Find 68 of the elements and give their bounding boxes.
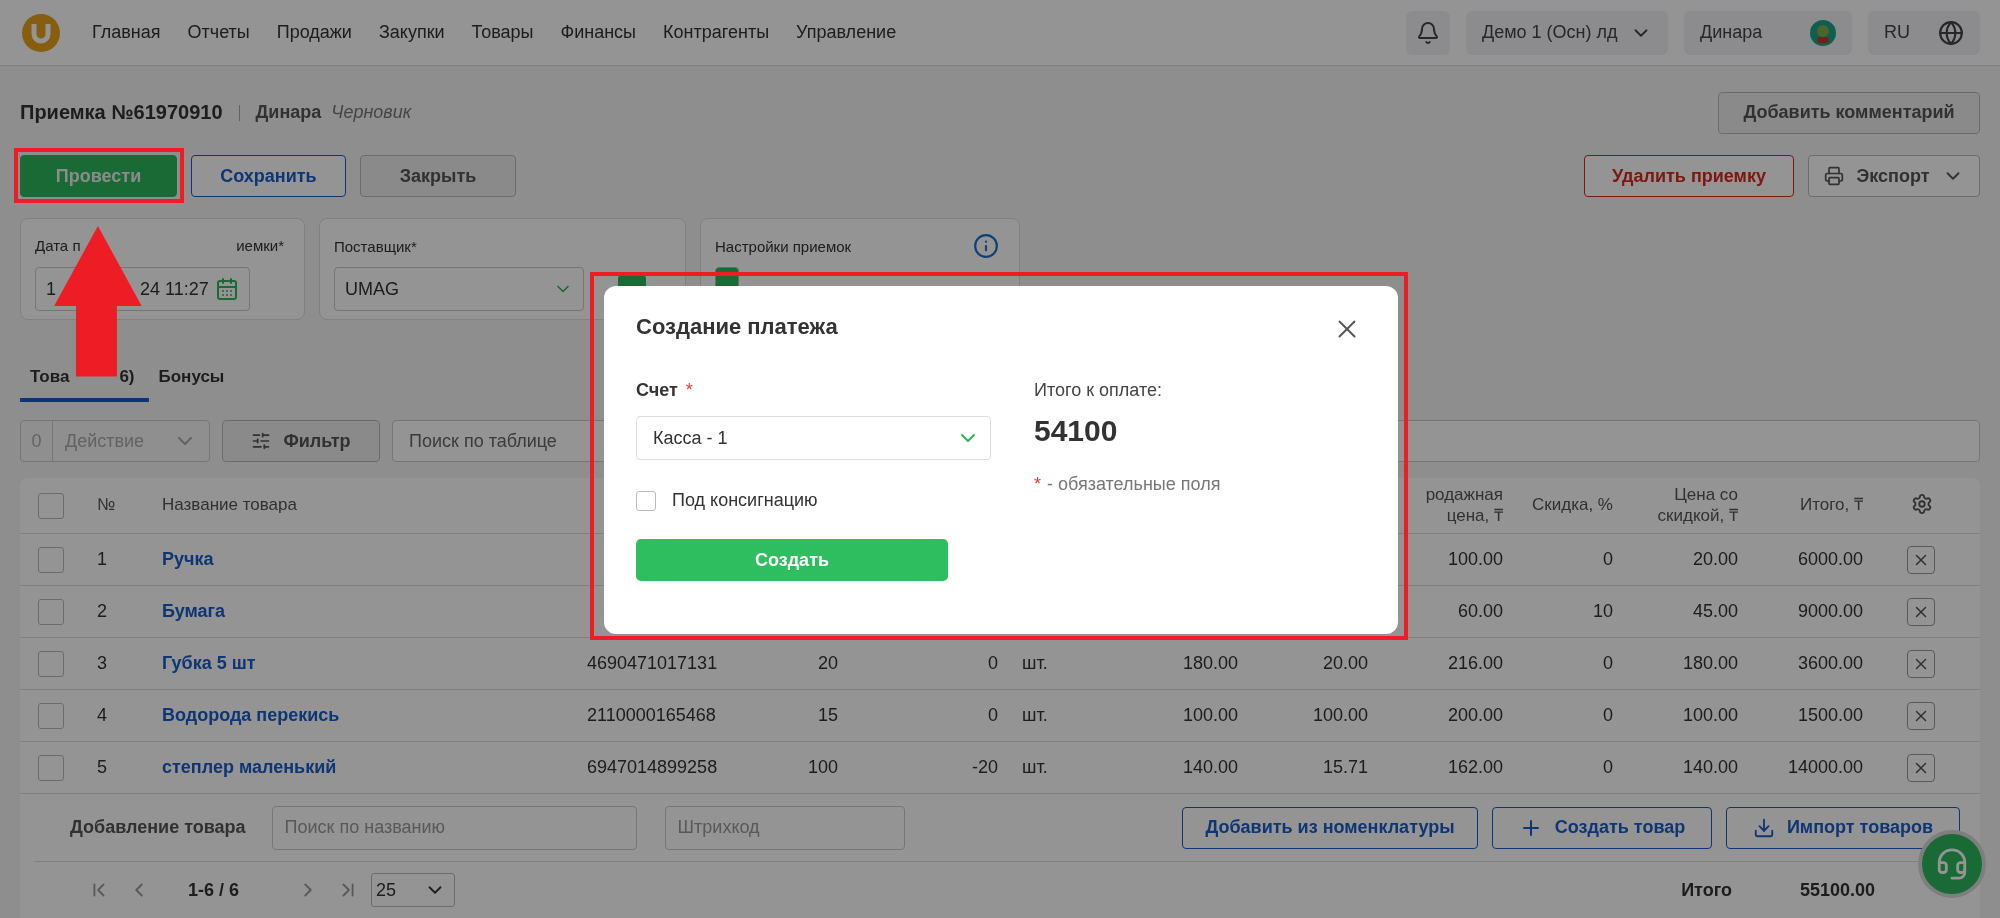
table-cell-text: 0 bbox=[987, 704, 999, 727]
table-cell-text: 200.00 bbox=[1446, 704, 1504, 727]
table-cell-text: 140.00 bbox=[1681, 756, 1739, 779]
table-cell-text: 0 bbox=[1602, 704, 1614, 727]
table-cell-text: 6000.00 bbox=[1796, 548, 1864, 571]
total-value: 55100.00 bbox=[1799, 879, 1875, 901]
table-cell-text: 10 bbox=[1591, 600, 1614, 623]
document-title: Приемка №61970910 bbox=[20, 101, 223, 124]
table-cell-text: 100.00 bbox=[1311, 704, 1369, 727]
author-name: Динара bbox=[255, 102, 322, 123]
card-title: Настройки приемок bbox=[715, 237, 852, 255]
table-cell-text: 5 bbox=[96, 756, 108, 779]
table-cell-text: 216.00 bbox=[1446, 652, 1504, 675]
add-product-label: Добавление товара bbox=[70, 817, 246, 838]
field-label: иемки* bbox=[236, 237, 284, 254]
table-cell-text: 20 bbox=[816, 652, 839, 675]
total-label: Итого bbox=[1681, 879, 1732, 901]
table-cell-text: шт. bbox=[1021, 704, 1049, 727]
table-cell-text: 0 bbox=[1602, 548, 1614, 571]
table-cell-text: 1 bbox=[96, 548, 108, 571]
table-cell-text: 3600.00 bbox=[1796, 652, 1864, 675]
required-note: - обязательные поля bbox=[1047, 474, 1221, 495]
table-cell-text: 45.00 bbox=[1691, 600, 1739, 623]
table-cell-text: шт. bbox=[1021, 652, 1049, 675]
field-label: Счет bbox=[636, 379, 678, 401]
column-header: № bbox=[96, 495, 117, 516]
table-cell-text: 180.00 bbox=[1681, 652, 1739, 675]
table-cell-text: 162.00 bbox=[1446, 756, 1504, 779]
field-label: Поставщик* bbox=[334, 237, 417, 255]
table-cell-text: 6947014899258 bbox=[586, 756, 719, 779]
table-cell-text: 14000.00 bbox=[1786, 756, 1864, 779]
table-cell-text: 15.71 bbox=[1321, 756, 1369, 779]
field-label: Дата п bbox=[35, 237, 81, 254]
column-header: Итого, ₸ bbox=[1799, 495, 1864, 516]
table-cell-text: 60.00 bbox=[1456, 600, 1504, 623]
table-cell-text: 0 bbox=[1602, 652, 1614, 675]
column-header: родажная цена, ₸ bbox=[1424, 485, 1504, 526]
column-header: Название товара bbox=[161, 495, 298, 516]
table-cell-text: 4690471017131 bbox=[586, 652, 719, 675]
total-amount: 54100 bbox=[1034, 414, 1119, 448]
required-mark: * bbox=[685, 379, 693, 401]
table-cell-text: 100.00 bbox=[1181, 704, 1239, 727]
required-mark: * bbox=[1034, 474, 1041, 495]
table-cell-text: 100 bbox=[806, 756, 839, 779]
table-cell-text: шт. bbox=[1021, 756, 1049, 779]
table-cell-text: 0 bbox=[987, 652, 999, 675]
table-cell-text: 20.00 bbox=[1321, 652, 1369, 675]
table-cell-text: 4 bbox=[96, 704, 108, 727]
table-cell-text: 180.00 bbox=[1181, 652, 1239, 675]
total-label: Итого к оплате: bbox=[1034, 378, 1163, 402]
column-header: Скидка, % bbox=[1531, 495, 1614, 516]
table-cell-text: 2110000165468 bbox=[586, 704, 717, 727]
table-cell-text: 20.00 bbox=[1691, 548, 1739, 571]
table-cell-text: 140.00 bbox=[1181, 756, 1239, 779]
table-cell-text: 1500.00 bbox=[1796, 704, 1864, 727]
table-cell-text: 100.00 bbox=[1446, 548, 1504, 571]
status-text: Черновик bbox=[331, 102, 412, 123]
table-cell-text: 2 bbox=[96, 600, 108, 623]
table-cell-text: 9000.00 bbox=[1796, 600, 1864, 623]
page-range: 1-6 / 6 bbox=[188, 879, 240, 901]
column-header: Цена со скидкой, ₸ bbox=[1656, 485, 1739, 526]
dialog-title: Создание платежа bbox=[636, 314, 838, 339]
checkbox-label: Под консигнацию bbox=[672, 490, 818, 511]
table-cell-text: 0 bbox=[1602, 756, 1614, 779]
table-cell-text: 100.00 bbox=[1681, 704, 1739, 727]
table-cell-text: -20 bbox=[971, 756, 999, 779]
table-cell-text: 3 bbox=[96, 652, 108, 675]
table-cell-text: 15 bbox=[816, 704, 839, 727]
